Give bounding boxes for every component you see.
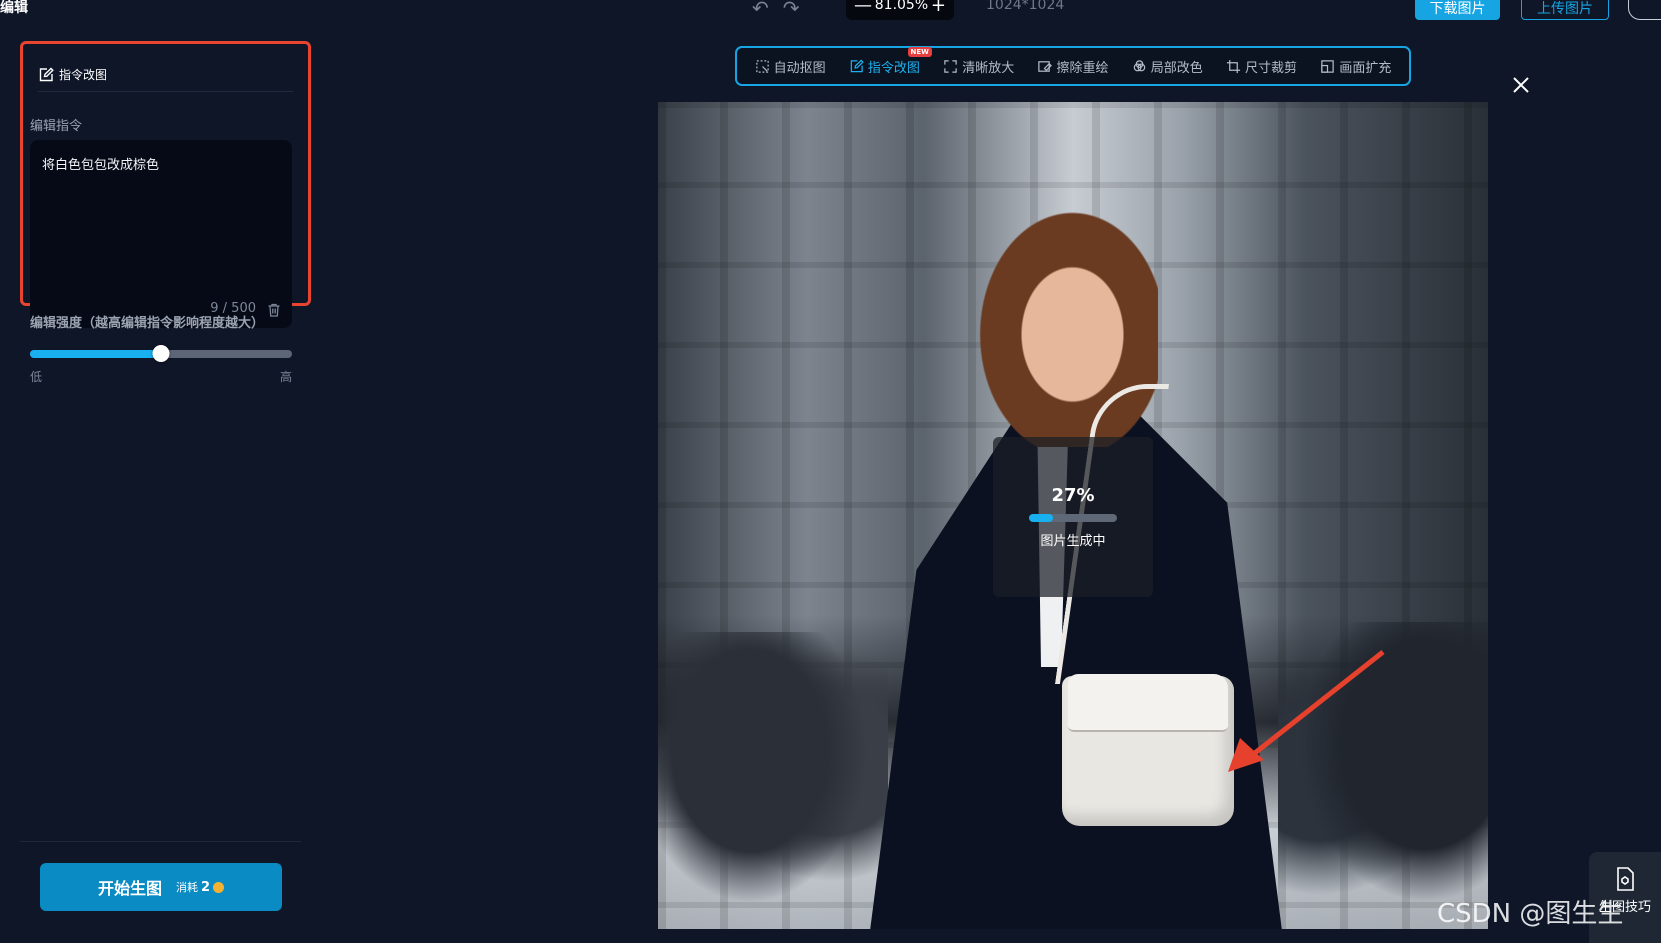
page-title: 编辑 <box>0 0 28 16</box>
close-icon[interactable] <box>1510 74 1532 96</box>
slider-low-label: 低 <box>30 370 43 384</box>
tool-label: 清晰放大 <box>962 60 1015 76</box>
zoom-level: 81.05% <box>874 0 929 13</box>
cost-value: 2 <box>200 879 211 895</box>
tool-crop[interactable]: 尺寸裁剪 <box>1226 57 1297 76</box>
tool-bar: 自动抠图 指令改图 NEW 清晰放大 擦除重绘 局部改色 尺寸裁剪 画面扩充 <box>735 46 1411 86</box>
tool-label: 自动抠图 <box>773 60 826 76</box>
edit-panel: 指令改图 编辑指令 将白色包包改成棕色 9 / 500 编辑强度（越高编辑指令影… <box>0 40 312 943</box>
progress-percent: 27% <box>1051 485 1095 506</box>
card-title: 指令改图 <box>59 68 108 82</box>
menu-button[interactable] <box>1628 0 1661 20</box>
download-button[interactable]: 下载图片 <box>1415 0 1500 20</box>
redo-icon[interactable]: ↷ <box>783 0 800 20</box>
instruction-label: 编辑指令 <box>30 119 83 134</box>
upscale-icon <box>944 59 957 73</box>
tool-label: 擦除重绘 <box>1056 60 1109 76</box>
tool-label: 指令改图 <box>867 60 920 76</box>
zoom-in-button[interactable]: + <box>931 0 946 16</box>
photo-bag-flap <box>1068 674 1228 732</box>
tool-label: 尺寸裁剪 <box>1245 60 1298 76</box>
image-resolution: 1024*1024 <box>986 0 1065 13</box>
document-icon <box>1617 867 1634 891</box>
slider-high-label: 高 <box>280 370 293 384</box>
generate-button[interactable]: 开始生图 消耗 2 <box>40 863 282 911</box>
progress-label: 图片生成中 <box>1040 534 1106 549</box>
tool-erase[interactable]: 擦除重绘 <box>1037 57 1108 76</box>
tool-label: 画面扩充 <box>1339 60 1392 76</box>
erase-icon <box>1038 60 1053 72</box>
edit-icon <box>850 59 864 72</box>
generate-label: 开始生图 <box>97 879 162 898</box>
instruction-text[interactable]: 将白色包包改成棕色 <box>42 154 159 173</box>
strength-slider[interactable] <box>30 345 292 362</box>
auto-matting-icon <box>755 59 769 73</box>
tool-recolor[interactable]: 局部改色 <box>1132 57 1203 76</box>
top-bar: 编辑 ↶ ↷ — 81.05% + 1024*1024 下载图片 上传图片 <box>0 0 1661 22</box>
edit-icon <box>39 67 54 81</box>
undo-icon[interactable]: ↶ <box>752 0 769 20</box>
coin-icon <box>213 881 225 893</box>
progress-bar <box>1029 514 1117 522</box>
slider-thumb[interactable] <box>152 345 170 362</box>
cost-info: 消耗 2 <box>175 879 225 895</box>
instruction-textarea[interactable]: 将白色包包改成棕色 9 / 500 <box>30 140 292 328</box>
tool-auto-matting[interactable]: 自动抠图 <box>755 57 826 76</box>
upload-button[interactable]: 上传图片 <box>1521 0 1609 20</box>
progress-fill <box>1029 514 1053 522</box>
zoom-out-button[interactable]: — <box>854 0 872 16</box>
crop-icon <box>1226 59 1241 73</box>
photo-crowd-left <box>658 632 888 929</box>
history-controls: ↶ ↷ <box>752 0 800 20</box>
new-badge: NEW <box>907 46 932 57</box>
tool-label: 局部改色 <box>1150 60 1203 76</box>
recolor-icon <box>1133 59 1146 71</box>
card-header: 指令改图 <box>38 58 293 92</box>
zoom-control: — 81.05% + <box>846 0 954 20</box>
tool-upscale[interactable]: 清晰放大 <box>943 57 1014 76</box>
cost-label: 消耗 <box>175 881 198 894</box>
tool-edit[interactable]: 指令改图 NEW <box>849 46 932 76</box>
expand-icon <box>1321 59 1335 73</box>
strength-label: 编辑强度（越高编辑指令影响程度越大） <box>30 316 265 331</box>
arrow-annotation-icon <box>1228 650 1385 772</box>
watermark: CSDN @图生生 <box>1437 899 1624 929</box>
image-canvas[interactable]: 27% 图片生成中 <box>658 102 1488 929</box>
divider <box>20 841 301 842</box>
trash-icon[interactable] <box>266 302 282 318</box>
tool-expand[interactable]: 画面扩充 <box>1320 57 1391 76</box>
progress-overlay: 27% 图片生成中 <box>993 437 1153 597</box>
slider-fill <box>30 350 161 358</box>
